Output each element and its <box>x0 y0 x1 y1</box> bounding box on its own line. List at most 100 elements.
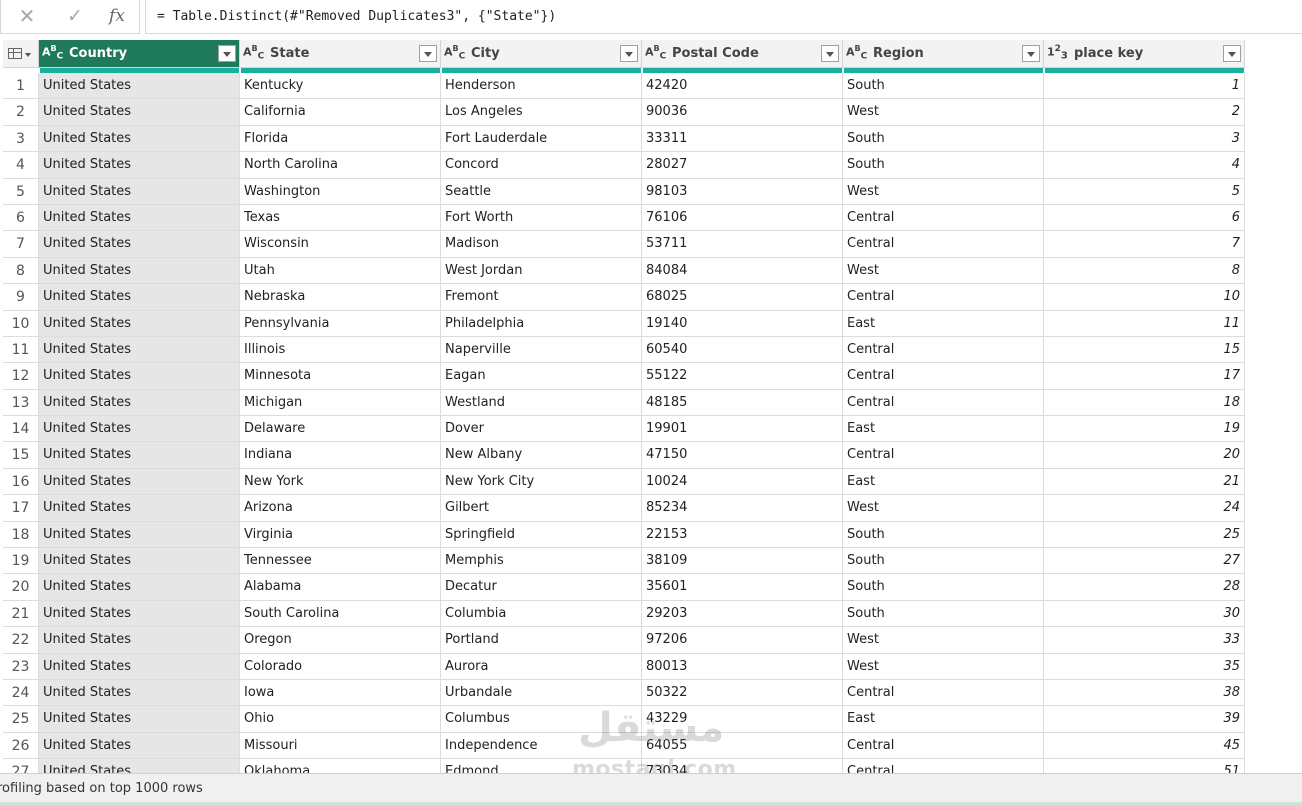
table-cell[interactable]: United States <box>39 178 240 205</box>
table-row[interactable]: 14 United States Delaware Dover 19901 East 19 <box>3 416 1246 443</box>
table-cell[interactable]: East <box>843 310 1044 337</box>
table-cell[interactable]: 53711 <box>642 231 843 258</box>
row-number[interactable]: 20 <box>3 574 39 601</box>
table-cell[interactable]: 25 <box>1044 521 1245 549</box>
table-row[interactable]: 18 United States Virginia Springfield 22153 S… <box>3 521 1246 549</box>
row-number[interactable]: 12 <box>3 363 39 390</box>
table-cell[interactable]: Fremont <box>441 284 642 311</box>
table-row[interactable]: 17 United States Arizona Gilbert 85234 West 24 <box>3 495 1246 522</box>
filter-dropdown-icon[interactable] <box>218 45 236 62</box>
table-cell[interactable]: Arizona <box>240 495 441 522</box>
table-cell[interactable]: United States <box>39 706 240 733</box>
table-cell[interactable]: 45 <box>1044 732 1245 760</box>
table-cell[interactable]: United States <box>39 574 240 601</box>
table-cell[interactable]: United States <box>39 653 240 680</box>
table-cell[interactable]: Minnesota <box>240 363 441 390</box>
table-cell[interactable]: Central <box>843 363 1044 390</box>
table-cell[interactable]: 35 <box>1044 653 1245 680</box>
table-cell[interactable]: United States <box>39 600 240 628</box>
table-cell[interactable]: 18 <box>1044 389 1245 417</box>
column-header-country[interactable]: ABC Country <box>39 40 240 68</box>
filter-dropdown-icon[interactable] <box>620 45 638 62</box>
table-menu-button[interactable] <box>3 40 39 68</box>
table-cell[interactable]: Central <box>843 204 1044 232</box>
table-cell[interactable]: Michigan <box>240 389 441 417</box>
row-number[interactable]: 25 <box>3 706 39 733</box>
table-cell[interactable]: Missouri <box>240 732 441 760</box>
row-number[interactable]: 19 <box>3 548 39 575</box>
table-cell[interactable]: Tennessee <box>240 548 441 575</box>
table-cell[interactable]: 80013 <box>642 653 843 680</box>
table-row[interactable]: 12 United States Minnesota Eagan 55122 Centra… <box>3 363 1246 390</box>
table-cell[interactable]: Philadelphia <box>441 310 642 337</box>
table-cell[interactable]: 4 <box>1044 152 1245 179</box>
table-cell[interactable]: 84084 <box>642 257 843 285</box>
table-row[interactable]: 4 United States North Carolina Concord 28027… <box>3 152 1246 179</box>
table-cell[interactable]: West <box>843 178 1044 205</box>
table-cell[interactable]: United States <box>39 732 240 760</box>
table-row[interactable]: 24 United States Iowa Urbandale 50322 Central… <box>3 679 1246 707</box>
table-cell[interactable]: 28 <box>1044 574 1245 601</box>
table-cell[interactable]: 30 <box>1044 600 1245 628</box>
row-number[interactable]: 26 <box>3 732 39 760</box>
table-row[interactable]: 2 United States California Los Angeles 90036… <box>3 99 1246 126</box>
table-cell[interactable]: Ohio <box>240 706 441 733</box>
table-row[interactable]: 21 United States South Carolina Columbia 292… <box>3 600 1246 628</box>
table-cell[interactable]: 24 <box>1044 495 1245 522</box>
table-cell[interactable]: 48185 <box>642 389 843 417</box>
table-row[interactable]: 20 United States Alabama Decatur 35601 South 2… <box>3 574 1246 601</box>
table-row[interactable]: 23 United States Colorado Aurora 80013 West 35 <box>3 653 1246 680</box>
table-cell[interactable]: Oregon <box>240 627 441 654</box>
table-cell[interactable]: Iowa <box>240 679 441 707</box>
table-cell[interactable]: Wisconsin <box>240 231 441 258</box>
table-cell[interactable]: Central <box>843 336 1044 364</box>
table-cell[interactable]: 76106 <box>642 204 843 232</box>
table-cell[interactable]: Henderson <box>441 73 642 100</box>
row-number[interactable]: 21 <box>3 600 39 628</box>
table-cell[interactable]: Dover <box>441 416 642 443</box>
table-cell[interactable]: Seattle <box>441 178 642 205</box>
table-row[interactable]: 25 United States Ohio Columbus 43229 East 39 <box>3 706 1246 733</box>
table-cell[interactable]: 50322 <box>642 679 843 707</box>
table-row[interactable]: 3 United States Florida Fort Lauderdale 3331… <box>3 125 1246 153</box>
table-cell[interactable]: 33 <box>1044 627 1245 654</box>
table-row[interactable]: 16 United States New York New York City 1002… <box>3 468 1246 496</box>
row-number[interactable]: 16 <box>3 468 39 496</box>
table-cell[interactable]: Portland <box>441 627 642 654</box>
table-cell[interactable]: Central <box>843 389 1044 417</box>
table-cell[interactable]: Pennsylvania <box>240 310 441 337</box>
table-cell[interactable]: United States <box>39 627 240 654</box>
table-cell[interactable]: 90036 <box>642 99 843 126</box>
table-cell[interactable]: Utah <box>240 257 441 285</box>
table-cell[interactable]: United States <box>39 363 240 390</box>
column-header-state[interactable]: ABC State <box>240 40 441 68</box>
table-cell[interactable]: 29203 <box>642 600 843 628</box>
table-cell[interactable]: 38109 <box>642 548 843 575</box>
number-type-icon[interactable]: 123 <box>1047 44 1068 61</box>
table-cell[interactable]: 35601 <box>642 574 843 601</box>
table-cell[interactable]: United States <box>39 204 240 232</box>
table-cell[interactable]: 19 <box>1044 416 1245 443</box>
table-cell[interactable]: West <box>843 627 1044 654</box>
table-cell[interactable]: Central <box>843 732 1044 760</box>
table-cell[interactable]: 10024 <box>642 468 843 496</box>
table-row[interactable]: 6 United States Texas Fort Worth 76106 Centra… <box>3 204 1246 232</box>
table-cell[interactable]: 1 <box>1044 73 1245 100</box>
table-cell[interactable]: United States <box>39 125 240 153</box>
table-cell[interactable]: Texas <box>240 204 441 232</box>
row-number[interactable]: 7 <box>3 231 39 258</box>
table-row[interactable]: 26 United States Missouri Independence 64055… <box>3 732 1246 760</box>
table-cell[interactable]: Indiana <box>240 442 441 469</box>
table-cell[interactable]: 33311 <box>642 125 843 153</box>
table-cell[interactable]: Eagan <box>441 363 642 390</box>
table-row[interactable]: 22 United States Oregon Portland 97206 West 33 <box>3 627 1246 654</box>
table-cell[interactable]: 5 <box>1044 178 1245 205</box>
row-number[interactable]: 4 <box>3 152 39 179</box>
row-number[interactable]: 11 <box>3 336 39 364</box>
table-cell[interactable]: 19901 <box>642 416 843 443</box>
table-cell[interactable]: 17 <box>1044 363 1245 390</box>
column-header-region[interactable]: ABC Region <box>843 40 1044 68</box>
table-cell[interactable]: 8 <box>1044 257 1245 285</box>
table-cell[interactable]: South Carolina <box>240 600 441 628</box>
table-cell[interactable]: Alabama <box>240 574 441 601</box>
